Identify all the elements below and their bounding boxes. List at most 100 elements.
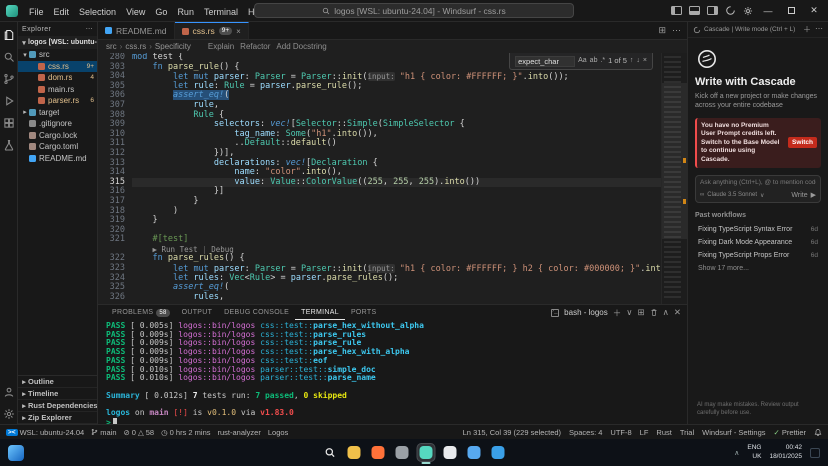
taskbar-app-app-gray[interactable] [394,444,411,461]
indentation-item[interactable]: Spaces: 4 [569,428,602,437]
menu-file[interactable]: File [24,5,49,19]
taskbar-app-windsurf[interactable] [418,444,435,461]
code-line[interactable]: } [132,216,687,226]
panel-tab-debug-console[interactable]: Debug Console [218,305,295,320]
search-icon[interactable] [2,50,15,63]
command-center-search[interactable]: logos [WSL: ubuntu-24.04] - Windsurf - c… [254,3,574,18]
code-editor[interactable]: 2803033043053063073083093103113123133143… [98,53,687,304]
taskbar-app-code[interactable] [490,444,507,461]
taskbar-app-file-explorer[interactable] [346,444,363,461]
new-terminal-icon[interactable]: ＋ [613,307,622,319]
menu-selection[interactable]: Selection [74,5,121,19]
file-item-src[interactable]: ▾src [18,49,97,61]
workflow-item[interactable]: Fixing TypeScript Props Error6d [695,249,821,262]
split-icon[interactable]: ⊞ [658,25,666,36]
plan-item[interactable]: Trial [680,428,694,437]
file-item-dom.rs[interactable]: dom.rs4 [18,72,97,84]
widgets-icon[interactable] [8,445,24,461]
find-prev-icon[interactable]: ↑ [630,56,634,66]
rust-analyzer-item[interactable]: rust-analyzer [218,428,261,437]
file-item-target[interactable]: ▸target [18,107,97,119]
source-control-icon[interactable] [2,72,15,85]
file-item-README.md[interactable]: README.md [18,153,97,165]
code-line[interactable]: rules, [132,293,687,303]
project-item[interactable]: Logos [268,428,288,437]
maximize-icon[interactable] [783,6,799,16]
send-icon[interactable]: ▶ [811,191,816,199]
remote-indicator[interactable]: >< WSL: ubuntu-24.04 [6,428,84,437]
lens-action-add-docstring[interactable]: Add Docstring [276,42,326,51]
git-branch-item[interactable]: main [91,428,116,437]
breadcrumb-Specificity[interactable]: Specificity [155,42,191,51]
close-icon[interactable]: ✕ [806,5,822,16]
terminal-output[interactable]: PASS [ 0.005s] logos::bin/logos css::tes… [98,320,687,424]
cascade-icon[interactable] [725,5,736,16]
cascade-input-box[interactable]: Ask anything (Ctrl+L), @ to mention code… [695,175,821,203]
code-line[interactable]: }] [132,187,687,197]
code-line[interactable]: ) [132,207,687,217]
find-input[interactable] [515,56,575,67]
formatter-item[interactable]: ✓Prettier [774,428,806,437]
file-item-main.rs[interactable]: main.rs [18,84,97,96]
testing-icon[interactable] [2,138,15,151]
close-panel-icon[interactable]: ✕ [674,307,681,318]
language-indicator[interactable]: ENG UK [747,444,761,460]
settings-gear-icon[interactable] [2,407,15,420]
tab-css.rs[interactable]: css.rs9+× [175,22,249,39]
account-icon[interactable] [2,385,15,398]
code-line[interactable]: #[test] [132,235,687,245]
lens-action-explain[interactable]: Explain [208,42,234,51]
sidebar-section-timeline[interactable]: ▸Timeline [18,388,97,400]
taskbar-app-store[interactable] [466,444,483,461]
cursor-position[interactable]: Ln 315, Col 39 (229 selected) [463,428,561,437]
maximize-panel-icon[interactable]: ∧ [663,307,669,318]
settings-gear-icon[interactable] [743,6,753,16]
switch-model-button[interactable]: Switch [788,137,817,148]
minimap[interactable] [661,53,687,304]
menu-view[interactable]: View [121,5,150,19]
layout-sidebar-icon[interactable] [671,6,682,15]
workflow-item[interactable]: Fixing TypeScript Syntax Error6d [695,223,821,236]
file-item-Cargo.lock[interactable]: Cargo.lock [18,130,97,142]
time-tracker-item[interactable]: ◷ 0 hrs 2 mins [161,428,210,437]
clock-date[interactable]: 00:42 18/01/2025 [769,444,802,460]
breadcrumb-css.rs[interactable]: css.rs [125,42,146,51]
mode-selector[interactable]: Write [791,192,807,199]
match-case-icon[interactable]: Aa [578,56,587,66]
tray-chevron-icon[interactable]: ∧ [734,449,739,457]
regex-icon[interactable]: .* [600,56,605,66]
show-more-link[interactable]: Show 17 more... [695,265,821,272]
layout-right-icon[interactable] [707,6,718,15]
notification-center-icon[interactable] [810,448,820,458]
sidebar-section-zip-explorer[interactable]: ▸Zip Explorer [18,412,97,424]
menu-run[interactable]: Run [172,5,199,19]
run-debug-icon[interactable] [2,94,15,107]
explorer-more-icon[interactable]: ⋯ [86,25,93,33]
code-line[interactable]: } [132,197,687,207]
breadcrumb-src[interactable]: src [106,42,117,51]
terminal-instance-label[interactable]: bash - logos [564,308,608,317]
code-content[interactable]: mod test { fn parse_rule() { let mut par… [132,53,687,304]
file-item-Cargo.toml[interactable]: Cargo.toml [18,141,97,153]
menu-edit[interactable]: Edit [49,5,75,19]
tab-close-icon[interactable]: × [236,27,241,36]
language-mode-item[interactable]: Rust [656,428,671,437]
minimize-icon[interactable]: — [760,6,776,16]
encoding-item[interactable]: UTF-8 [610,428,631,437]
file-item-parser.rs[interactable]: parser.rs6 [18,95,97,107]
split-terminal-icon[interactable]: ⊞ [638,307,645,318]
workspace-root[interactable]: ▾ logos [WSL: ubuntu-24.04] [18,36,97,49]
lens-action-refactor[interactable]: Refactor [240,42,270,51]
trash-icon[interactable] [650,308,658,317]
sidebar-section-outline[interactable]: ▸Outline [18,376,97,388]
windsurf-settings-item[interactable]: Windsurf - Settings [702,428,765,437]
editor-more-icon[interactable]: ⋯ [672,25,681,36]
panel-tab-output[interactable]: Output [176,305,219,320]
taskbar-app-app-white[interactable] [442,444,459,461]
workflow-item[interactable]: Fixing Dark Mode Appearance6d [695,236,821,249]
extensions-icon[interactable] [2,116,15,129]
new-chat-icon[interactable]: ＋ [803,24,811,35]
panel-tab-ports[interactable]: Ports [345,305,383,320]
whole-word-icon[interactable]: ab [590,56,598,66]
eol-item[interactable]: LF [640,428,649,437]
